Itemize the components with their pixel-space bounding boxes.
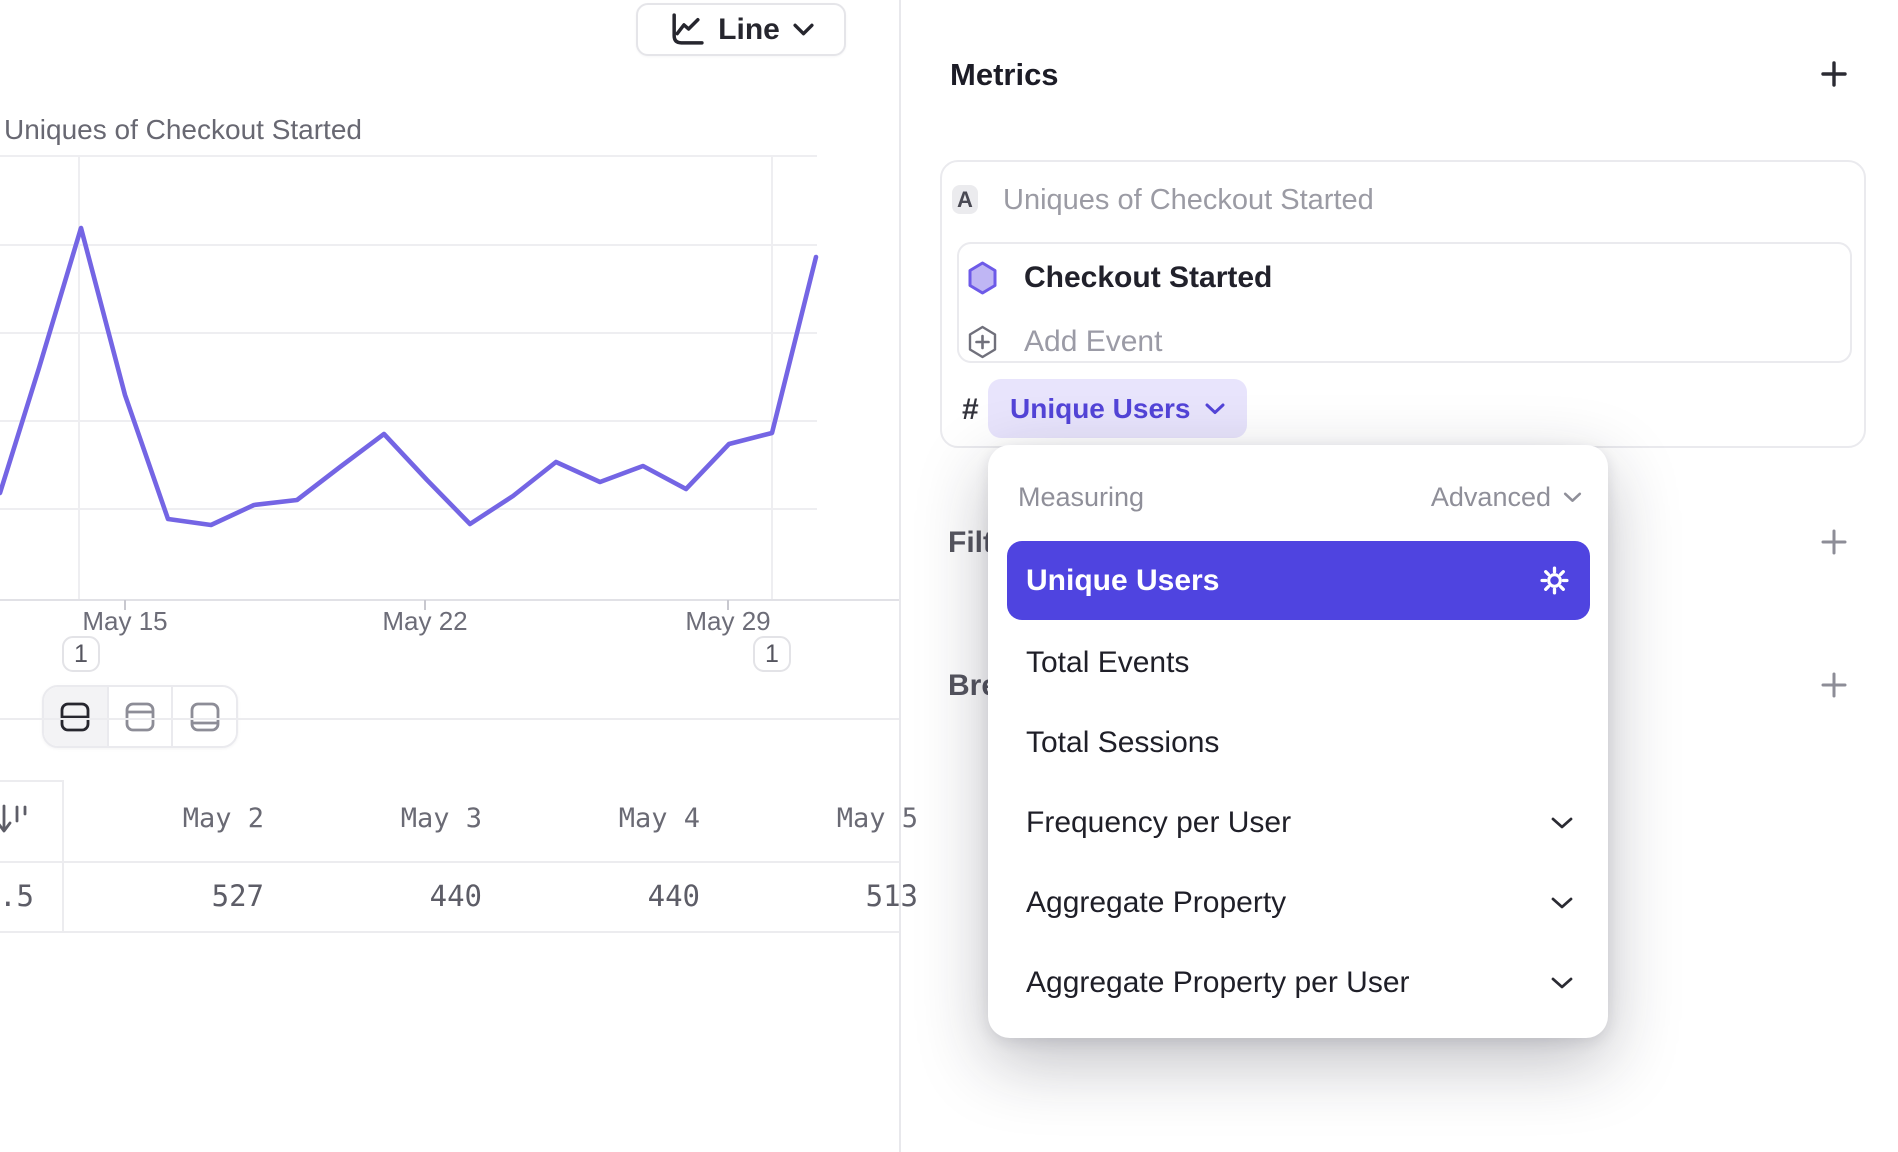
measure-hash-prefix: # bbox=[962, 393, 979, 427]
menu-item-label: Total Events bbox=[1026, 646, 1189, 680]
menu-item-label: Aggregate Property per User bbox=[1026, 966, 1410, 1000]
menu-item-label: Aggregate Property bbox=[1026, 886, 1286, 920]
add-breakdown-button[interactable] bbox=[1821, 672, 1847, 698]
menu-item-label: Frequency per User bbox=[1026, 806, 1291, 840]
menu-item-aggregate-property[interactable]: Aggregate Property bbox=[988, 863, 1608, 943]
table-cell: 527 bbox=[46, 879, 264, 913]
panel-divider bbox=[899, 0, 901, 1152]
chevron-down-icon bbox=[1550, 976, 1574, 990]
table-top-divider bbox=[0, 718, 900, 720]
menu-item-unique-users-selected[interactable]: Unique Users bbox=[1007, 541, 1590, 620]
chart-series-title: Uniques of Checkout Started bbox=[4, 114, 362, 146]
event-hexagon-icon bbox=[967, 261, 998, 295]
split-chart-table-icon bbox=[58, 700, 92, 734]
event-name: Checkout Started bbox=[1024, 261, 1272, 295]
chart-only-icon bbox=[123, 700, 157, 734]
table-row-border bbox=[0, 931, 900, 933]
x-axis-tick-label: May 15 bbox=[82, 606, 167, 637]
add-metric-button[interactable] bbox=[1821, 61, 1847, 87]
view-chart-only-button[interactable] bbox=[107, 687, 172, 746]
analytics-app: Uniques of Checkout Started Line May 15 M… bbox=[0, 0, 1898, 1152]
measuring-dropdown-popover: Measuring Advanced Unique Users bbox=[988, 445, 1608, 1038]
annotation-badge[interactable]: 1 bbox=[753, 636, 791, 672]
view-toggle bbox=[42, 685, 238, 748]
menu-item-label: Unique Users bbox=[1026, 564, 1219, 598]
measuring-label: Measuring bbox=[1018, 482, 1144, 513]
menu-item-total-events[interactable]: Total Events bbox=[988, 623, 1608, 703]
table-header-cell[interactable]: May 4 bbox=[482, 803, 700, 834]
table-header-cell[interactable]: May 3 bbox=[264, 803, 482, 834]
table-cell: 440 bbox=[482, 879, 700, 913]
add-event-button[interactable]: Add Event bbox=[967, 322, 1162, 362]
advanced-mode-dropdown[interactable]: Advanced bbox=[1431, 482, 1582, 513]
advanced-label: Advanced bbox=[1431, 482, 1551, 513]
measure-dropdown-chip[interactable]: Unique Users bbox=[988, 379, 1247, 438]
table-cell: 513 bbox=[700, 879, 918, 913]
metric-letter-badge: A bbox=[952, 185, 978, 214]
chevron-down-icon bbox=[1205, 403, 1225, 415]
x-axis-tick-label: May 29 bbox=[685, 606, 770, 637]
metrics-section-title: Metrics bbox=[950, 57, 1059, 93]
line-chart-icon bbox=[668, 12, 705, 47]
chevron-down-icon bbox=[1550, 896, 1574, 910]
menu-item-total-sessions[interactable]: Total Sessions bbox=[988, 703, 1608, 783]
frozen-column-top-border bbox=[0, 780, 62, 782]
view-split-chart-table-button[interactable] bbox=[44, 687, 107, 746]
chart-type-button[interactable]: Line bbox=[636, 3, 846, 56]
x-axis-tick-label: May 22 bbox=[382, 606, 467, 637]
add-event-hexagon-icon bbox=[967, 325, 998, 359]
table-row-overall-value: 0.5 bbox=[0, 879, 34, 913]
chevron-down-icon bbox=[793, 23, 814, 36]
metric-card-title[interactable]: Uniques of Checkout Started bbox=[1003, 184, 1374, 217]
menu-item-frequency-per-user[interactable]: Frequency per User bbox=[988, 783, 1608, 863]
chevron-down-icon bbox=[1550, 816, 1574, 830]
menu-item-aggregate-property-per-user[interactable]: Aggregate Property per User bbox=[988, 943, 1608, 1023]
table-header-cell[interactable]: May 2 bbox=[46, 803, 264, 834]
table-header-cell[interactable]: May 5 bbox=[700, 803, 918, 834]
menu-item-label: Total Sessions bbox=[1026, 726, 1219, 760]
table-only-icon bbox=[188, 700, 222, 734]
view-table-only-button[interactable] bbox=[171, 687, 236, 746]
line-chart bbox=[0, 0, 900, 1152]
sort-descending-icon[interactable] bbox=[0, 802, 30, 838]
add-event-label: Add Event bbox=[1024, 325, 1162, 359]
chart-type-label: Line bbox=[718, 13, 780, 47]
gear-icon[interactable] bbox=[1539, 565, 1570, 596]
table-header-border bbox=[0, 861, 900, 863]
event-card: Checkout Started Add Event bbox=[957, 242, 1852, 363]
event-row[interactable]: Checkout Started bbox=[967, 258, 1272, 298]
chevron-down-icon bbox=[1563, 492, 1582, 503]
annotation-badge[interactable]: 1 bbox=[62, 636, 100, 672]
table-cell: 440 bbox=[264, 879, 482, 913]
add-filter-button[interactable] bbox=[1821, 529, 1847, 555]
measure-value: Unique Users bbox=[1010, 393, 1191, 425]
